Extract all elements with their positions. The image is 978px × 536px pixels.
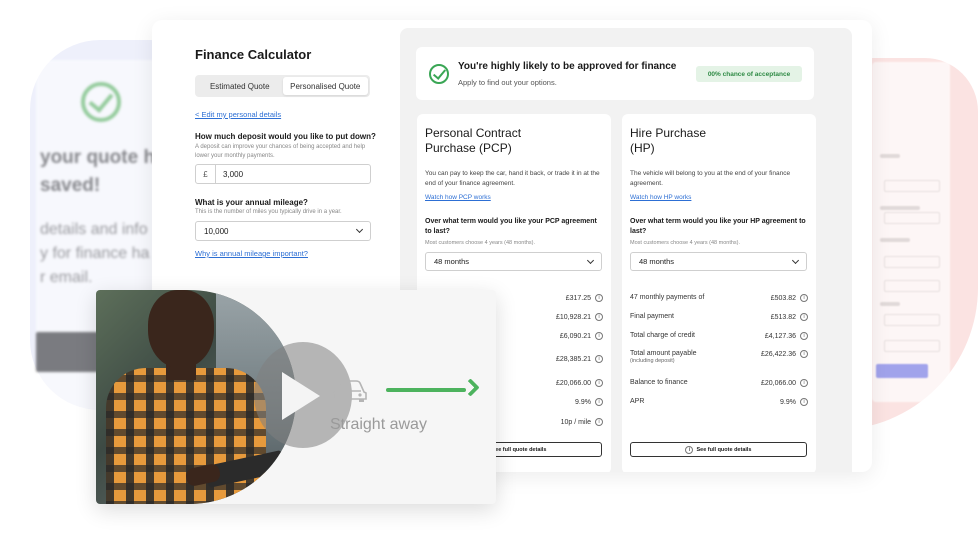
term-question: Over what term would you like your HP ag… bbox=[630, 218, 806, 235]
video-card[interactable]: Straight away bbox=[96, 290, 496, 504]
ghost-line bbox=[880, 206, 920, 210]
deposit-question: How much deposit would you like to put d… bbox=[195, 132, 376, 141]
breakdown-row: APR 9.9% i bbox=[630, 398, 808, 406]
ghost-field bbox=[884, 314, 940, 326]
ghost-field bbox=[884, 280, 940, 292]
deposit-input[interactable]: £ 3,000 bbox=[195, 164, 371, 184]
ghost-line bbox=[880, 238, 910, 242]
info-icon[interactable]: i bbox=[800, 398, 808, 406]
breakdown-row: 47 monthly payments of £503.82 i bbox=[630, 294, 808, 302]
breakdown-row: Total charge of credit £4,127.36 i bbox=[630, 332, 808, 340]
info-icon[interactable]: i bbox=[595, 379, 603, 387]
term-value: 48 months bbox=[639, 257, 675, 266]
approval-subtitle: Apply to find out your options. bbox=[458, 78, 557, 87]
deposit-hint: A deposit can improve your chances of be… bbox=[195, 144, 366, 159]
term-question: Over what term would you like your PCP a… bbox=[425, 218, 597, 235]
breakdown-row: Balance to finance £20,066.00 i bbox=[630, 379, 808, 387]
info-icon[interactable]: i bbox=[800, 332, 808, 340]
arrow-head bbox=[461, 378, 480, 397]
chevron-down-icon bbox=[355, 225, 364, 234]
mileage-value: 10,000 bbox=[204, 226, 229, 236]
info-icon[interactable]: i bbox=[595, 355, 603, 363]
chevron-down-icon bbox=[586, 256, 595, 264]
info-icon[interactable]: i bbox=[595, 332, 603, 340]
tab-personalised-quote[interactable]: Personalised Quote bbox=[282, 77, 368, 95]
ghost-field bbox=[884, 212, 940, 224]
edit-personal-details-link[interactable]: < Edit my personal details bbox=[195, 110, 281, 119]
ghost-field bbox=[884, 180, 940, 192]
info-icon[interactable]: i bbox=[595, 398, 603, 406]
check-circle-icon bbox=[429, 64, 449, 84]
approval-title: You're highly likely to be approved for … bbox=[458, 61, 677, 72]
deposit-value[interactable]: 3,000 bbox=[216, 170, 243, 179]
why-mileage-link[interactable]: Why is annual mileage important? bbox=[195, 249, 308, 258]
hp-term-select[interactable]: 48 months bbox=[630, 252, 807, 271]
quote-type-tabs: Estimated Quote Personalised Quote bbox=[195, 75, 370, 97]
pcp-term-select[interactable]: 48 months bbox=[425, 252, 602, 271]
tab-estimated-quote[interactable]: Estimated Quote bbox=[197, 77, 283, 95]
ghost-submit-button bbox=[876, 364, 928, 378]
hp-full-quote-button[interactable]: i See full quote details bbox=[630, 442, 807, 457]
ghost-field bbox=[884, 340, 940, 352]
photo-person-shirt bbox=[106, 368, 266, 504]
info-icon[interactable]: i bbox=[800, 313, 808, 321]
plan-title: Hire Purchase (HP) bbox=[630, 126, 707, 155]
approval-banner: You're highly likely to be approved for … bbox=[416, 47, 814, 100]
info-icon: i bbox=[685, 445, 694, 454]
video-caption: Straight away bbox=[330, 416, 427, 433]
breakdown-row: Final payment £513.82 i bbox=[630, 313, 808, 321]
breakdown-row: Total amount payable (including deposit) £… bbox=[630, 350, 808, 364]
car-icon bbox=[333, 380, 367, 402]
acceptance-badge: 00% chance of acceptance bbox=[696, 66, 802, 82]
info-icon[interactable]: i bbox=[800, 379, 808, 387]
plan-description: The vehicle will belong to you at the en… bbox=[630, 170, 791, 187]
info-icon[interactable]: i bbox=[595, 313, 603, 321]
info-icon[interactable]: i bbox=[595, 418, 603, 426]
hp-plan-card: Hire Purchase (HP) The vehicle will belo… bbox=[622, 114, 816, 472]
info-icon[interactable]: i bbox=[800, 294, 808, 302]
term-hint: Most customers choose 4 years (48 months… bbox=[425, 240, 536, 246]
mileage-hint: This is the number of miles you typicall… bbox=[195, 209, 342, 215]
info-icon[interactable]: i bbox=[595, 294, 603, 302]
photo-person-head bbox=[148, 290, 214, 368]
plan-title: Personal Contract Purchase (PCP) bbox=[425, 126, 522, 155]
mileage-question: What is your annual mileage? bbox=[195, 198, 308, 207]
ghost-line bbox=[880, 154, 900, 158]
term-value: 48 months bbox=[434, 257, 470, 266]
play-icon[interactable] bbox=[282, 372, 320, 420]
ghost-line bbox=[880, 302, 900, 306]
ghost-field bbox=[884, 256, 940, 268]
watch-hp-link[interactable]: Watch how HP works bbox=[630, 194, 691, 201]
page-title: Finance Calculator bbox=[195, 47, 312, 62]
ghost-form-card bbox=[872, 62, 950, 402]
currency-prefix: £ bbox=[196, 165, 216, 183]
mileage-select[interactable]: 10,000 bbox=[195, 221, 371, 241]
chevron-down-icon bbox=[791, 256, 800, 264]
plan-description: You can pay to keep the car, hand it bac… bbox=[425, 170, 600, 187]
check-circle-icon bbox=[81, 82, 121, 122]
watch-pcp-link[interactable]: Watch how PCP works bbox=[425, 194, 491, 201]
info-icon[interactable]: i bbox=[800, 350, 808, 358]
term-hint: Most customers choose 4 years (48 months… bbox=[630, 240, 741, 246]
arrow-right-icon bbox=[386, 388, 466, 392]
